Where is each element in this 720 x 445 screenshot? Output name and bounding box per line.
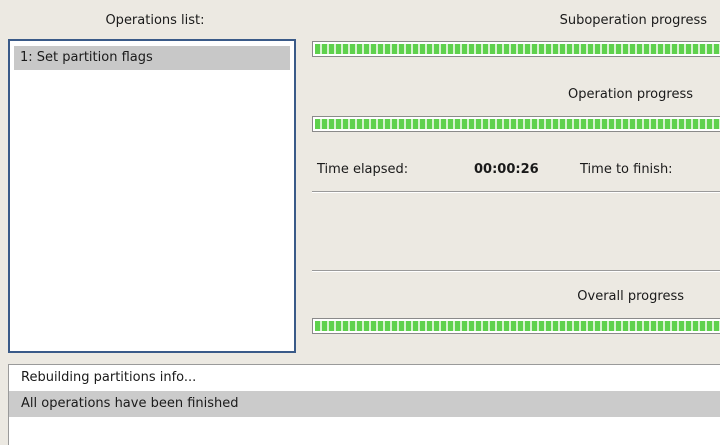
operations-list-header: Operations list: <box>105 13 205 28</box>
list-item[interactable]: 1: Set partition flags <box>14 46 290 70</box>
log-line: Rebuilding partitions info... <box>21 370 197 385</box>
log-line-selected: All operations have been finished <box>9 391 720 417</box>
time-elapsed-label: Time elapsed: <box>317 162 409 177</box>
separator <box>312 191 720 193</box>
time-elapsed-value: 00:00:26 <box>474 162 539 177</box>
overall-progress-label: Overall progress <box>577 289 684 304</box>
operation-progress-bar <box>312 116 720 132</box>
overall-progress-bar <box>312 318 720 334</box>
operation-progress-fill <box>315 119 720 129</box>
separator <box>312 270 720 272</box>
operation-progress-label: Operation progress <box>568 87 693 102</box>
operations-list[interactable]: 1: Set partition flags <box>8 39 296 353</box>
suboperation-progress-fill <box>315 44 720 54</box>
operation-progress-header: Operation progress <box>312 87 720 102</box>
overall-progress-header: Overall progress <box>312 289 720 304</box>
suboperation-progress-bar <box>312 41 720 57</box>
time-to-finish-label: Time to finish: <box>580 162 673 177</box>
suboperation-progress-label: Suboperation progress <box>559 13 707 28</box>
overall-progress-fill <box>315 321 720 331</box>
log-panel[interactable]: Rebuilding partitions info... All operat… <box>8 364 720 445</box>
